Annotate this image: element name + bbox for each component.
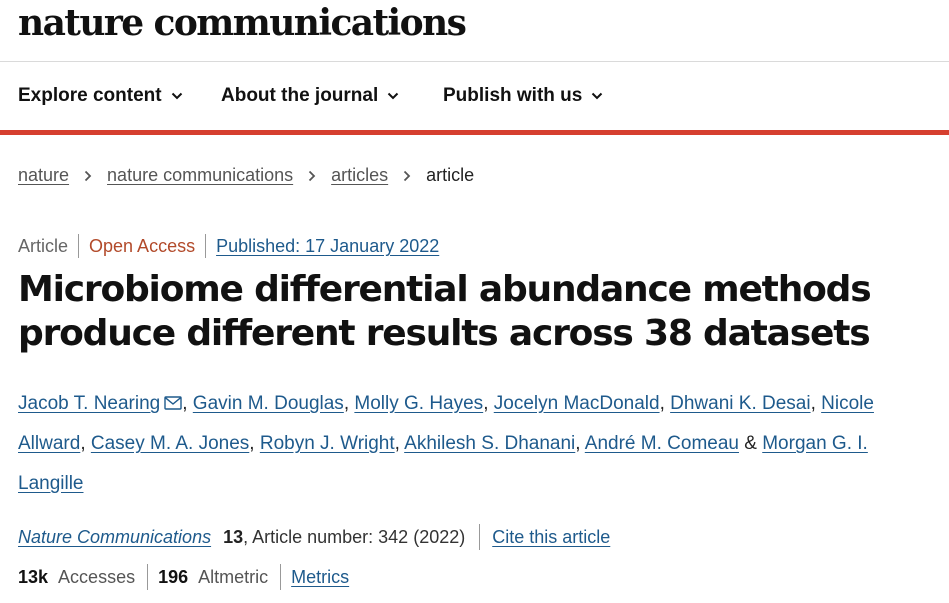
- author-link[interactable]: Molly G. Hayes: [354, 393, 483, 414]
- author-link[interactable]: Jacob T. Nearing: [18, 393, 160, 414]
- masthead: nature communications: [0, 0, 949, 62]
- nav-about-journal[interactable]: About the journal: [221, 85, 399, 107]
- author-separator: ,: [483, 393, 494, 414]
- envelope-icon[interactable]: [164, 396, 182, 410]
- volume-number: 13: [223, 526, 244, 547]
- author-link[interactable]: Robyn J. Wright: [260, 433, 395, 454]
- author-link[interactable]: Jocelyn MacDonald: [494, 393, 660, 414]
- author-link[interactable]: Gavin M. Douglas: [193, 393, 344, 414]
- breadcrumb-articles[interactable]: articles: [331, 165, 388, 186]
- published-date-wrapper: Published: 17 January 2022: [205, 234, 449, 258]
- author-separator: ,: [249, 433, 260, 454]
- citation-line: Nature Communications 13 , Article numbe…: [18, 524, 610, 550]
- divider: [280, 564, 282, 590]
- article-meta: Article Open Access Published: 17 Januar…: [18, 234, 449, 258]
- article-type: Article: [18, 236, 69, 256]
- author-link[interactable]: Casey M. A. Jones: [91, 433, 249, 454]
- main-nav: Explore content About the journal Publis…: [0, 62, 949, 128]
- open-access-badge: Open Access: [78, 234, 205, 258]
- breadcrumb-nature-communications[interactable]: nature communications: [107, 165, 293, 186]
- author-joiner: &: [744, 433, 757, 454]
- nav-label: Publish with us: [443, 85, 583, 106]
- altmetric-score: 196: [158, 566, 189, 587]
- chevron-right-icon: [84, 170, 92, 181]
- article-title: Microbiome differential abundance method…: [18, 269, 872, 354]
- accesses-label: Accesses: [58, 566, 136, 587]
- nav-label: Explore content: [18, 85, 162, 106]
- cite-this-article-link[interactable]: Cite this article: [492, 527, 610, 548]
- chevron-right-icon: [404, 170, 411, 181]
- divider: [479, 524, 481, 550]
- author-separator: ,: [80, 433, 91, 454]
- published-date-link[interactable]: Published: 17 January 2022: [216, 236, 439, 256]
- chevron-down-icon: [592, 92, 603, 100]
- divider: [147, 564, 149, 590]
- author-list: Jacob T. Nearing, Gavin M. Douglas, Moll…: [18, 384, 918, 504]
- article-metrics: 13k Accesses 196 Altmetric Metrics: [18, 564, 349, 590]
- nav-publish-with-us[interactable]: Publish with us: [443, 85, 603, 107]
- breadcrumb-nature[interactable]: nature: [18, 165, 69, 186]
- metrics-link[interactable]: Metrics: [291, 567, 349, 588]
- altmetric-label: Altmetric: [198, 566, 269, 587]
- chevron-down-icon: [171, 92, 182, 100]
- nav-explore-content[interactable]: Explore content: [18, 85, 183, 107]
- breadcrumb-current: article: [426, 165, 475, 185]
- author-separator: ,: [575, 433, 585, 454]
- journal-link[interactable]: Nature Communications: [18, 527, 211, 548]
- author-separator: ,: [810, 393, 822, 414]
- chevron-down-icon: [388, 92, 399, 100]
- author-separator: ,: [343, 393, 355, 414]
- nav-label: About the journal: [221, 85, 379, 106]
- article-number: , Article number: 342 (2022): [243, 526, 466, 547]
- author-separator: ,: [394, 433, 405, 454]
- author-link[interactable]: Dhwani K. Desai: [670, 393, 810, 414]
- chevron-right-icon: [309, 170, 316, 181]
- author-separator: ,: [182, 393, 193, 414]
- accesses-count: 13k: [18, 566, 49, 587]
- accent-divider: [0, 130, 949, 135]
- journal-logo[interactable]: nature communications: [18, 2, 467, 44]
- breadcrumb: nature nature communications articles ar…: [18, 165, 474, 186]
- author-separator: ,: [659, 393, 671, 414]
- author-link[interactable]: Akhilesh S. Dhanani: [404, 433, 575, 454]
- author-link[interactable]: André M. Comeau: [585, 433, 739, 454]
